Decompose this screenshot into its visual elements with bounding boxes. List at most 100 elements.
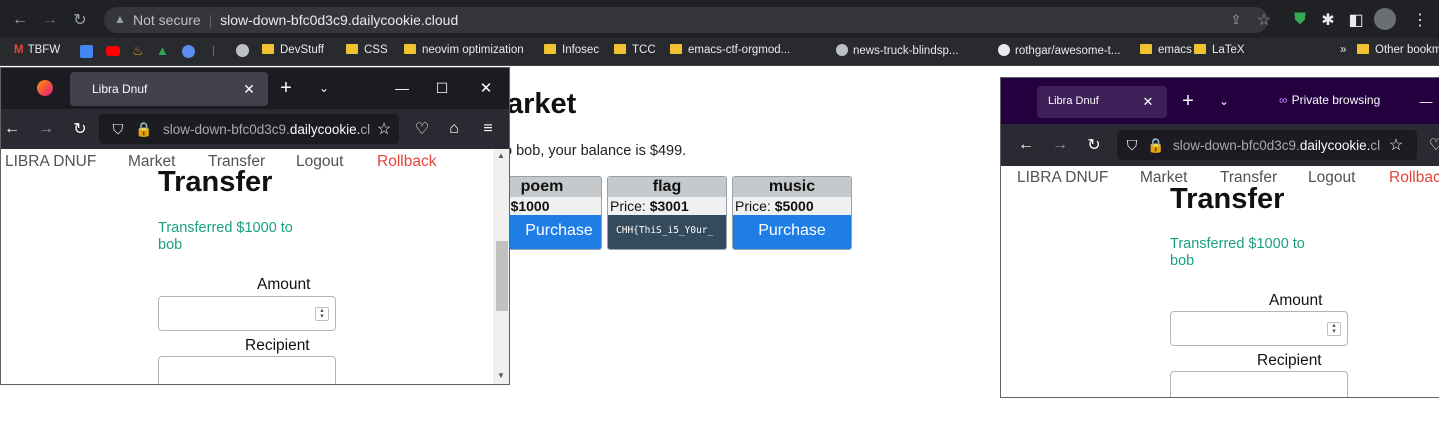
brand-logo[interactable]: LIBRA DNUF: [1017, 169, 1108, 187]
nav-toolbar: ← → ↻ ⛉ 🔒 slow-down-bfc0d3c9.dailycookie…: [1001, 124, 1439, 166]
amount-input[interactable]: ▴ ▾: [158, 296, 336, 331]
firefox-window-left: Libra Dnuf ✕ + ⌄ — ☐ ✕ ← → ↻ ⛉ 🔒 slow-do…: [0, 67, 510, 385]
github-icon: [998, 44, 1010, 56]
url-host: slow-down-bfc0d3c9.dailycookie.cloud: [220, 12, 459, 28]
spinner-icon[interactable]: ▴ ▾: [315, 307, 329, 321]
shield-extension-icon[interactable]: ⛊: [1290, 10, 1310, 30]
bookmark-neovim[interactable]: neovim optimization: [404, 44, 524, 56]
recipient-input[interactable]: [1170, 371, 1348, 397]
minimize-icon[interactable]: —: [391, 77, 413, 99]
pocket-icon[interactable]: ♡: [411, 118, 433, 140]
bookmark-news-truck[interactable]: news-truck-blindsp...: [836, 44, 958, 57]
back-icon[interactable]: ←: [10, 10, 30, 30]
page-title: Transfer: [1170, 183, 1285, 215]
minimize-icon[interactable]: —: [1415, 90, 1437, 112]
drive-icon[interactable]: ▲: [156, 43, 169, 58]
side-panel-icon[interactable]: ◧: [1346, 10, 1366, 30]
bookmark-emacs-ctf[interactable]: emacs-ctf-orgmod...: [670, 44, 790, 56]
nav-rollback[interactable]: Rollbac: [1389, 169, 1439, 187]
back-icon[interactable]: ←: [1, 118, 23, 140]
new-tab-icon[interactable]: +: [275, 77, 297, 99]
bookmark-latex[interactable]: LaTeX: [1194, 44, 1245, 56]
address-text[interactable]: slow-down-bfc0d3c9.dailycookie.cl: [1173, 138, 1383, 153]
forward-icon[interactable]: →: [35, 118, 57, 140]
shield-icon[interactable]: ⛉: [1121, 134, 1143, 156]
chevron-down-icon[interactable]: ⌄: [1213, 90, 1235, 112]
other-bookmarks[interactable]: Other bookmarks: [1357, 44, 1439, 56]
app-icon[interactable]: [182, 45, 195, 58]
close-tab-icon[interactable]: ✕: [238, 78, 260, 100]
firefox-icon[interactable]: [37, 80, 53, 96]
maximize-icon[interactable]: ☐: [431, 77, 453, 99]
scrollbar[interactable]: ▲ ▼: [493, 149, 509, 384]
globe-icon: [836, 44, 848, 56]
pocket-icon[interactable]: ♡: [1425, 134, 1439, 156]
amount-label: Amount: [257, 276, 311, 293]
recipient-input[interactable]: [158, 356, 336, 384]
warning-icon[interactable]: ▲: [114, 12, 126, 26]
success-message: Transferred $1000 to bob: [158, 220, 293, 253]
avatar[interactable]: [1374, 8, 1396, 30]
back-icon[interactable]: ←: [1015, 134, 1037, 156]
lock-insecure-icon[interactable]: 🔒: [1145, 134, 1167, 156]
docs-icon[interactable]: [80, 45, 93, 58]
tab-libra-dnuf[interactable]: Libra Dnuf ✕: [1037, 86, 1167, 118]
extensions-icon[interactable]: ⌂: [443, 118, 465, 140]
share-icon[interactable]: ⇪: [1226, 10, 1246, 30]
nav-logout[interactable]: Logout: [1308, 169, 1355, 187]
bookmarks-overflow-button[interactable]: »: [1340, 44, 1346, 56]
brand-logo[interactable]: LIBRA DNUF: [5, 153, 96, 171]
success-message: Transferred $1000 to bob: [1170, 236, 1305, 269]
nav-logout[interactable]: Logout: [296, 153, 343, 171]
bookmark-star-icon[interactable]: ☆: [373, 118, 395, 140]
bookmark-star-icon[interactable]: ☆: [1254, 10, 1274, 30]
chevron-down-icon[interactable]: ⌄: [313, 77, 335, 99]
nav-toolbar: ← → ↻ ⛉ 🔒 slow-down-bfc0d3c9.dailycookie…: [1, 109, 509, 149]
close-tab-icon[interactable]: ✕: [1137, 91, 1159, 113]
reload-icon[interactable]: ↻: [70, 10, 90, 30]
menu-icon[interactable]: ≡: [477, 118, 499, 140]
github-app-icon[interactable]: [236, 44, 249, 57]
address-text[interactable]: slow-down-bfc0d3c9.dailycookie.cl: [163, 122, 375, 137]
bookmark-star-icon[interactable]: ☆: [1385, 134, 1407, 156]
reload-icon[interactable]: ↻: [69, 118, 91, 140]
youtube-icon[interactable]: [106, 46, 120, 56]
shield-icon[interactable]: ⛉: [107, 118, 129, 140]
market-item-music: music Price: $5000 Purchase: [732, 176, 852, 250]
new-tab-icon[interactable]: +: [1177, 90, 1199, 112]
forward-icon[interactable]: →: [1049, 134, 1071, 156]
flame-icon[interactable]: ♨: [132, 43, 144, 59]
nav-rollback[interactable]: Rollback: [377, 153, 436, 171]
bookmark-tcc[interactable]: TCC: [614, 44, 656, 56]
forward-icon[interactable]: →: [40, 10, 60, 30]
tab-bar: Libra Dnuf ✕ + ⌄ ∞ Private browsing —: [1001, 78, 1439, 124]
bookmark-infosec[interactable]: Infosec: [544, 44, 599, 56]
bookmark-emacs[interactable]: emacs: [1140, 44, 1192, 56]
reload-icon[interactable]: ↻: [1083, 134, 1105, 156]
menu-kebab-icon[interactable]: ⋮: [1410, 10, 1430, 30]
bookmark-separator: |: [212, 43, 216, 57]
address-bar[interactable]: ⛉ 🔒 slow-down-bfc0d3c9.dailycookie.cl ☆: [1117, 130, 1417, 160]
recipient-label: Recipient: [1257, 352, 1322, 369]
bookmark-tbfw[interactable]: M TBFW: [14, 44, 60, 56]
bookmark-rothgar[interactable]: rothgar/awesome-t...: [998, 44, 1120, 57]
not-secure-label: Not secure: [133, 12, 201, 28]
bookmark-css[interactable]: CSS: [346, 44, 388, 56]
scrollbar-thumb[interactable]: [496, 241, 508, 311]
purchase-button[interactable]: Purchase: [733, 215, 851, 249]
folder-icon: [404, 44, 416, 54]
item-name: flag: [608, 177, 726, 197]
bookmark-devstuff[interactable]: DevStuff: [262, 44, 324, 56]
tab-libra-dnuf[interactable]: Libra Dnuf ✕: [70, 72, 268, 106]
folder-icon: [1194, 44, 1206, 54]
close-window-icon[interactable]: ✕: [475, 77, 497, 99]
scroll-up-icon[interactable]: ▲: [497, 151, 505, 160]
amount-input[interactable]: ▴ ▾: [1170, 311, 1348, 346]
lock-insecure-icon[interactable]: 🔒: [133, 118, 155, 140]
address-text[interactable]: Not secure | slow-down-bfc0d3c9.dailycoo…: [133, 12, 458, 28]
scroll-down-icon[interactable]: ▼: [497, 371, 505, 380]
item-price: Price: $3001: [608, 197, 726, 215]
spinner-icon[interactable]: ▴ ▾: [1327, 322, 1341, 336]
address-bar[interactable]: ⛉ 🔒 slow-down-bfc0d3c9.dailycookie.cl ☆: [99, 114, 399, 144]
extensions-puzzle-icon[interactable]: ✱: [1318, 10, 1338, 30]
